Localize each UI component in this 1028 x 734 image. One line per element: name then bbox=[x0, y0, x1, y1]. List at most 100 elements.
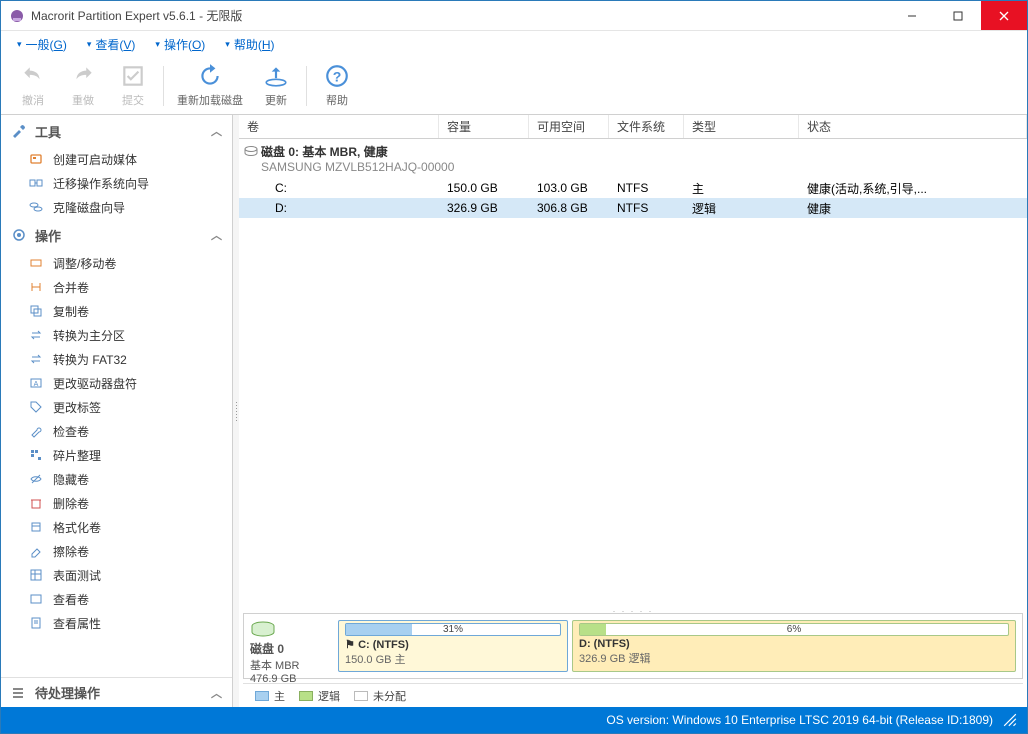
sidebar-clone-disk[interactable]: 克隆磁盘向导 bbox=[1, 195, 232, 219]
sidebar-convert-primary[interactable]: 转换为主分区 bbox=[1, 323, 232, 347]
sidebar-change-label[interactable]: 更改标签 bbox=[1, 395, 232, 419]
volume-row-d[interactable]: D: 326.9 GB 306.8 GB NTFS 逻辑 健康 bbox=[239, 198, 1027, 218]
sidebar-view-vol[interactable]: 查看卷 bbox=[1, 587, 232, 611]
menu-general[interactable]: ▾一般(G) bbox=[9, 33, 75, 56]
sidebar-merge[interactable]: 合并卷 bbox=[1, 275, 232, 299]
sidebar-migrate-os[interactable]: 迁移操作系统向导 bbox=[1, 171, 232, 195]
chevron-up-icon: ︿ bbox=[211, 685, 222, 701]
props-icon bbox=[29, 616, 47, 630]
disk-icon bbox=[244, 144, 258, 158]
toolbar-separator bbox=[163, 66, 164, 106]
chevron-up-icon: ︿ bbox=[211, 227, 222, 243]
surface-icon bbox=[29, 568, 47, 582]
refresh-icon bbox=[263, 63, 289, 89]
titlebar: Macrorit Partition Expert v5.6.1 - 无限版 bbox=[1, 1, 1027, 31]
sidebar-delete[interactable]: 删除卷 bbox=[1, 491, 232, 515]
sidebar-ops-header[interactable]: 操作 ︿ bbox=[1, 219, 232, 251]
sidebar: 工具 ︿ 创建可启动媒体 迁移操作系统向导 克隆磁盘向导 操作 ︿ 调整/移动卷… bbox=[1, 115, 233, 707]
sidebar-hide[interactable]: 隐藏卷 bbox=[1, 467, 232, 491]
partition-c[interactable]: 31% ⚑ C: (NTFS) 150.0 GB 主 bbox=[338, 620, 568, 672]
volume-table-body: 磁盘 0: 基本 MBR, 健康 SAMSUNG MZVLB512HAJQ-00… bbox=[239, 139, 1027, 605]
wipe-icon bbox=[29, 544, 47, 558]
help-icon: ? bbox=[324, 63, 350, 89]
redo-button[interactable]: 重做 bbox=[59, 59, 107, 112]
hide-icon bbox=[29, 472, 47, 486]
menu-operation[interactable]: ▾操作(O) bbox=[147, 33, 213, 56]
menu-help[interactable]: ▾帮助(H) bbox=[217, 33, 282, 56]
partition-d[interactable]: 6% D: (NTFS) 326.9 GB 逻辑 bbox=[572, 620, 1016, 672]
legend-unalloc: 未分配 bbox=[354, 688, 406, 704]
legend: 主 逻辑 未分配 bbox=[243, 683, 1023, 707]
sidebar-change-letter[interactable]: A更改驱动器盘符 bbox=[1, 371, 232, 395]
redo-icon bbox=[70, 63, 96, 89]
menu-view[interactable]: ▾查看(V) bbox=[79, 33, 144, 56]
toolbar-separator bbox=[306, 66, 307, 106]
sidebar-create-bootable[interactable]: 创建可启动媒体 bbox=[1, 147, 232, 171]
commit-icon bbox=[120, 63, 146, 89]
merge-icon bbox=[29, 280, 47, 294]
menubar: ▾一般(G) ▾查看(V) ▾操作(O) ▾帮助(H) bbox=[1, 31, 1027, 57]
statusbar: OS version: Windows 10 Enterprise LTSC 2… bbox=[1, 707, 1027, 733]
format-icon bbox=[29, 520, 47, 534]
sidebar-check[interactable]: 检查卷 bbox=[1, 419, 232, 443]
close-button[interactable] bbox=[981, 1, 1027, 30]
volume-table-header: 卷 容量 可用空间 文件系统 类型 状态 bbox=[239, 115, 1027, 139]
col-type[interactable]: 类型 bbox=[684, 115, 799, 138]
clone-icon bbox=[29, 200, 47, 214]
delete-icon bbox=[29, 496, 47, 510]
maximize-button[interactable] bbox=[935, 1, 981, 30]
undo-button[interactable]: 撤消 bbox=[9, 59, 57, 112]
col-fs[interactable]: 文件系统 bbox=[609, 115, 684, 138]
volume-row-c[interactable]: C: 150.0 GB 103.0 GB NTFS 主 健康(活动,系统,引导,… bbox=[239, 178, 1027, 198]
sidebar-tools-header[interactable]: 工具 ︿ bbox=[1, 115, 232, 147]
minimize-button[interactable] bbox=[889, 1, 935, 30]
wrench-icon bbox=[29, 424, 47, 438]
col-volume[interactable]: 卷 bbox=[239, 115, 439, 138]
horizontal-splitter[interactable]: . . . . . bbox=[239, 605, 1027, 613]
sidebar-pending-header[interactable]: 待处理操作 ︿ bbox=[1, 677, 232, 707]
convert-icon bbox=[29, 352, 47, 366]
help-button[interactable]: ? 帮助 bbox=[313, 59, 361, 112]
undo-icon bbox=[20, 63, 46, 89]
col-capacity[interactable]: 容量 bbox=[439, 115, 529, 138]
app-icon bbox=[9, 8, 25, 24]
sidebar-format[interactable]: 格式化卷 bbox=[1, 515, 232, 539]
svg-text:A: A bbox=[34, 381, 39, 388]
disk-group-header[interactable]: 磁盘 0: 基本 MBR, 健康 SAMSUNG MZVLB512HAJQ-00… bbox=[239, 139, 1027, 178]
legend-logical: 逻辑 bbox=[299, 688, 340, 704]
defrag-icon bbox=[29, 448, 47, 462]
refresh-button[interactable]: 更新 bbox=[252, 59, 300, 112]
reload-disks-button[interactable]: 重新加载磁盘 bbox=[170, 59, 250, 112]
copy-icon bbox=[29, 304, 47, 318]
sidebar-view-props[interactable]: 查看属性 bbox=[1, 611, 232, 635]
sidebar-resize-move[interactable]: 调整/移动卷 bbox=[1, 251, 232, 275]
os-version-text: OS version: Windows 10 Enterprise LTSC 2… bbox=[606, 713, 993, 727]
disk-map: 磁盘 0 基本 MBR 476.9 GB 31% ⚑ C: (NTFS) 150… bbox=[243, 613, 1023, 679]
view-icon bbox=[29, 592, 47, 606]
commit-button[interactable]: 提交 bbox=[109, 59, 157, 112]
sidebar-copy[interactable]: 复制卷 bbox=[1, 299, 232, 323]
sidebar-surface-test[interactable]: 表面测试 bbox=[1, 563, 232, 587]
col-free[interactable]: 可用空间 bbox=[529, 115, 609, 138]
sidebar-convert-fat32[interactable]: 转换为 FAT32 bbox=[1, 347, 232, 371]
disk-map-info[interactable]: 磁盘 0 基本 MBR 476.9 GB bbox=[250, 620, 332, 672]
svg-text:?: ? bbox=[333, 68, 342, 84]
list-icon bbox=[11, 685, 29, 701]
gear-icon bbox=[11, 227, 29, 243]
migrate-icon bbox=[29, 176, 47, 190]
sidebar-defrag[interactable]: 碎片整理 bbox=[1, 443, 232, 467]
resize-grip[interactable] bbox=[1003, 713, 1017, 727]
reload-icon bbox=[197, 63, 223, 89]
tag-icon bbox=[29, 400, 47, 414]
flag-icon: ⚑ bbox=[345, 638, 355, 651]
sidebar-wipe[interactable]: 擦除卷 bbox=[1, 539, 232, 563]
content-area: 卷 容量 可用空间 文件系统 类型 状态 磁盘 0: 基本 MBR, 健康 SA… bbox=[239, 115, 1027, 707]
hdd-icon bbox=[250, 620, 332, 638]
window-title: Macrorit Partition Expert v5.6.1 - 无限版 bbox=[31, 7, 889, 24]
media-icon bbox=[29, 152, 47, 166]
tools-icon bbox=[11, 123, 29, 139]
col-status[interactable]: 状态 bbox=[799, 115, 1027, 138]
chevron-up-icon: ︿ bbox=[211, 123, 222, 139]
toolbar: 撤消 重做 提交 重新加载磁盘 更新 ? 帮助 bbox=[1, 57, 1027, 115]
legend-primary: 主 bbox=[255, 688, 285, 704]
